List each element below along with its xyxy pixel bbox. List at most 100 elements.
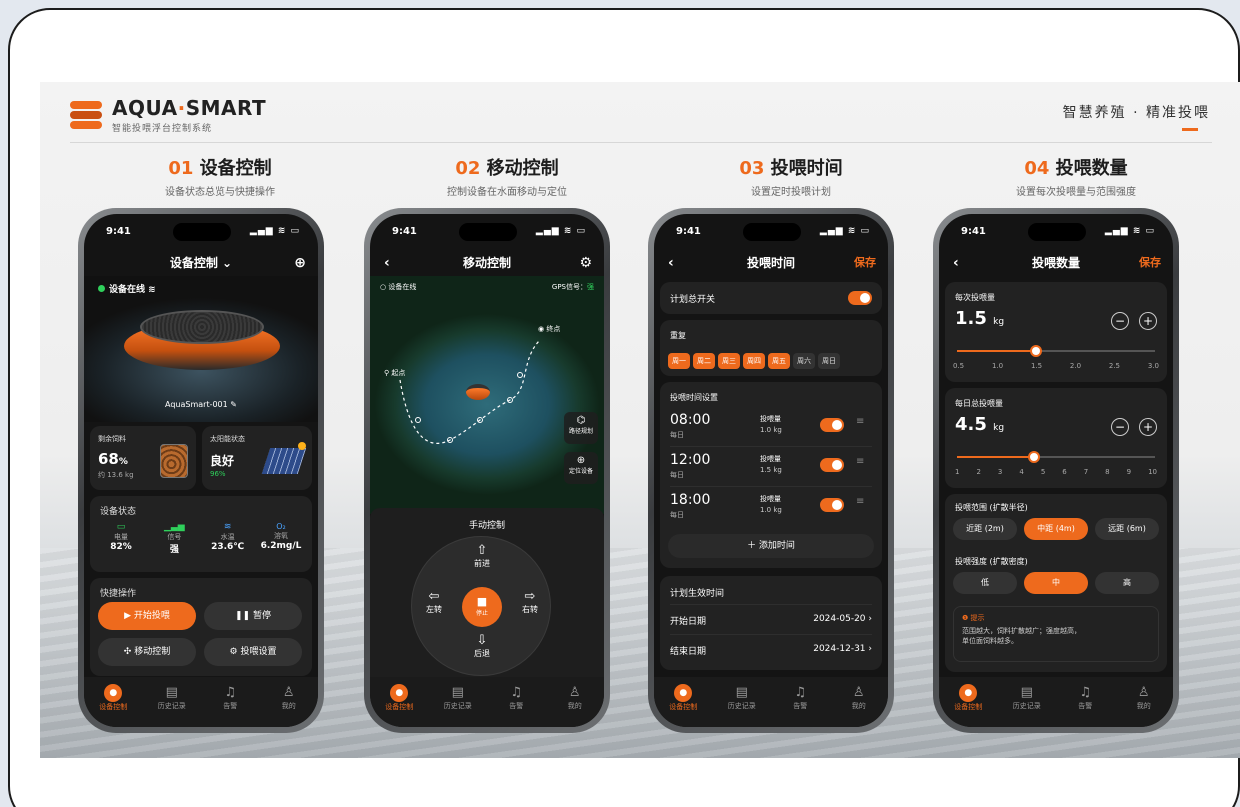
- user-icon: ♙: [852, 685, 865, 700]
- end-date[interactable]: 2024-12-31 ›: [813, 644, 872, 654]
- add-time-button[interactable]: ＋ 添加时间: [668, 534, 874, 558]
- slogan: 智慧养殖 · 精准投喂: [1062, 105, 1210, 121]
- intensity-option[interactable]: 中: [1024, 572, 1088, 594]
- metric-water-temp: ≋ 水温 23.6℃: [203, 522, 253, 555]
- per-minus-button[interactable]: −: [1111, 312, 1129, 330]
- back-icon[interactable]: ‹: [668, 250, 674, 276]
- tab-device-control[interactable]: ● 设备控制: [375, 684, 423, 727]
- day-chip[interactable]: 周日: [818, 353, 840, 369]
- screen-move-control: 9:41 ▂▄▆ ≋ ▭ ‹ 移动控制 ⚙ ○ 设备在线 GPS信号：强 ⚲ 起点…: [370, 214, 604, 727]
- tab-profile[interactable]: ♙ 我的: [551, 684, 599, 727]
- tab-profile[interactable]: ♙ 我的: [835, 684, 883, 727]
- path-plan-button[interactable]: ⌬ 路径规划: [564, 412, 598, 444]
- tab-history[interactable]: ▤ 历史记录: [1003, 684, 1051, 727]
- tab-bar: ● 设备控制 ▤ 历史记录 ♫ 告警 ♙ 我的: [939, 677, 1173, 727]
- back-icon[interactable]: ‹: [953, 250, 959, 276]
- intensity-option[interactable]: 低: [953, 572, 1017, 594]
- tab-history[interactable]: ▤ 历史记录: [148, 684, 196, 727]
- qty-value: 1.5 kg: [760, 466, 782, 474]
- save-button[interactable]: 保存: [854, 250, 876, 276]
- page-title: 投喂数量: [1031, 256, 1080, 270]
- time-row[interactable]: 12:00 每日 投喂量 1.5 kg ≡: [660, 448, 882, 487]
- time-toggle[interactable]: [820, 458, 844, 472]
- add-icon[interactable]: ⊕: [294, 250, 306, 276]
- range-option[interactable]: 远距 (6m): [1095, 518, 1159, 540]
- tab-history[interactable]: ▤ 历史记录: [718, 684, 766, 727]
- user-icon: ♙: [282, 685, 295, 700]
- per-feed-ticks: 0.5 1.0 1.5 2.0 2.5 3.0: [953, 362, 1159, 370]
- device-tab-icon: ●: [959, 684, 978, 702]
- gear-icon[interactable]: ⚙: [579, 250, 592, 276]
- time-row[interactable]: 18:00 每日 投喂量 1.0 kg ≡: [660, 488, 882, 526]
- menu-icon[interactable]: ≡: [856, 496, 864, 507]
- backward-button[interactable]: ⇩ 后退: [464, 633, 500, 659]
- tab-device-control[interactable]: ● 设备控制: [944, 684, 992, 727]
- tick-label: 6: [1062, 468, 1067, 476]
- time-row[interactable]: 08:00 每日 投喂量 1.0 kg ≡: [660, 408, 882, 447]
- turn-right-button[interactable]: ⇨ 右转: [512, 589, 548, 615]
- page-title[interactable]: 设备控制 ⌄: [170, 256, 232, 270]
- menu-icon[interactable]: ≡: [856, 416, 864, 427]
- tab-alerts[interactable]: ♫ 告警: [1061, 684, 1109, 727]
- history-icon: ▤: [735, 685, 748, 700]
- tab-alerts[interactable]: ♫ 告警: [206, 684, 254, 727]
- tab-device-control[interactable]: ● 设备控制: [89, 684, 137, 727]
- tab-profile[interactable]: ♙ 我的: [1120, 684, 1168, 727]
- time-toggle[interactable]: [820, 418, 844, 432]
- tick-label: 1.0: [991, 362, 1004, 370]
- range-option[interactable]: 中距 (4m): [1024, 518, 1088, 540]
- device-tab-icon: ●: [390, 684, 409, 702]
- route-icon: ⌬: [576, 415, 586, 426]
- screen-feeding-amount: 9:41 ▂▄▆ ≋ ▭ ‹ 投喂数量 保存 每次投喂量 1.5 kg − + 0…: [939, 214, 1173, 727]
- move-control-button[interactable]: ✣ 移动控制: [98, 638, 196, 666]
- start-date[interactable]: 2024-05-20 ›: [813, 614, 872, 624]
- day-chip[interactable]: 周二: [693, 353, 715, 369]
- locate-button[interactable]: ⊕ 定位设备: [564, 452, 598, 484]
- daily-minus-button[interactable]: −: [1111, 418, 1129, 436]
- bell-icon: ♫: [794, 685, 807, 700]
- screen-device-control: 9:41 ▂▄▆ ≋ ▭ 设备控制 ⌄ ⊕ 设备在线 ≋ AquaSmart-00…: [84, 214, 318, 727]
- manual-control-title: 手动控制: [468, 521, 505, 531]
- stop-button[interactable]: ■ 停止: [462, 587, 502, 627]
- column-title-1: 01 设备控制 设备状态总览与快捷操作: [165, 158, 275, 198]
- back-icon[interactable]: ‹: [384, 250, 390, 276]
- pond-map[interactable]: ○ 设备在线 GPS信号：强 ⚲ 起点 ◉ 终点 ⌬ 路径规划 ⊕ 定位设备: [370, 276, 604, 514]
- slider-knob[interactable]: [1028, 451, 1040, 463]
- turn-left-button[interactable]: ⇦ 左转: [416, 589, 452, 615]
- tab-alerts[interactable]: ♫ 告警: [492, 684, 540, 727]
- tip-box: ❶ 提示 范围越大，饲料扩散越广；强度越高， 单位面饲料越多。: [953, 606, 1159, 662]
- pause-button[interactable]: ❚❚ 暂停: [204, 602, 302, 630]
- master-toggle[interactable]: [848, 291, 872, 305]
- intensity-option[interactable]: 高: [1095, 572, 1159, 594]
- device-name[interactable]: AquaSmart-001 ✎: [84, 400, 318, 409]
- tab-device-control[interactable]: ● 设备控制: [659, 684, 707, 727]
- header: ‹ 移动控制 ⚙: [370, 250, 604, 276]
- per-feed-slider[interactable]: [957, 345, 1155, 357]
- tab-alerts[interactable]: ♫ 告警: [776, 684, 824, 727]
- metric-signal: ▁▃▅ 信号强: [149, 522, 199, 555]
- status-bar: 9:41 ▂▄▆ ≋ ▭: [961, 226, 1155, 237]
- forward-button[interactable]: ⇧ 前进: [464, 543, 500, 569]
- daily-total-slider[interactable]: [957, 451, 1155, 463]
- time-toggle[interactable]: [820, 498, 844, 512]
- range-option[interactable]: 近距 (2m): [953, 518, 1017, 540]
- status-bar: 9:41 ▂▄▆ ≋ ▭: [676, 226, 870, 237]
- save-button[interactable]: 保存: [1139, 250, 1161, 276]
- tab-history[interactable]: ▤ 历史记录: [434, 684, 482, 727]
- day-chip[interactable]: 周五: [768, 353, 790, 369]
- tick-label: 9: [1126, 468, 1132, 476]
- feed-settings-button[interactable]: ⚙ 投喂设置: [204, 638, 302, 666]
- day-chip[interactable]: 周一: [668, 353, 690, 369]
- daily-plus-button[interactable]: +: [1139, 418, 1157, 436]
- sun-icon: [298, 442, 306, 450]
- tab-profile[interactable]: ♙ 我的: [265, 684, 313, 727]
- intensity-options: 低中高: [953, 572, 1159, 594]
- per-plus-button[interactable]: +: [1139, 312, 1157, 330]
- menu-icon[interactable]: ≡: [856, 456, 864, 467]
- per-feed-value: 1.5 kg: [955, 308, 1005, 329]
- day-chip[interactable]: 周六: [793, 353, 815, 369]
- day-chip[interactable]: 周三: [718, 353, 740, 369]
- slider-knob[interactable]: [1030, 345, 1043, 357]
- day-chip[interactable]: 周四: [743, 353, 765, 369]
- start-feeding-button[interactable]: ▶ 开始投喂: [98, 602, 196, 630]
